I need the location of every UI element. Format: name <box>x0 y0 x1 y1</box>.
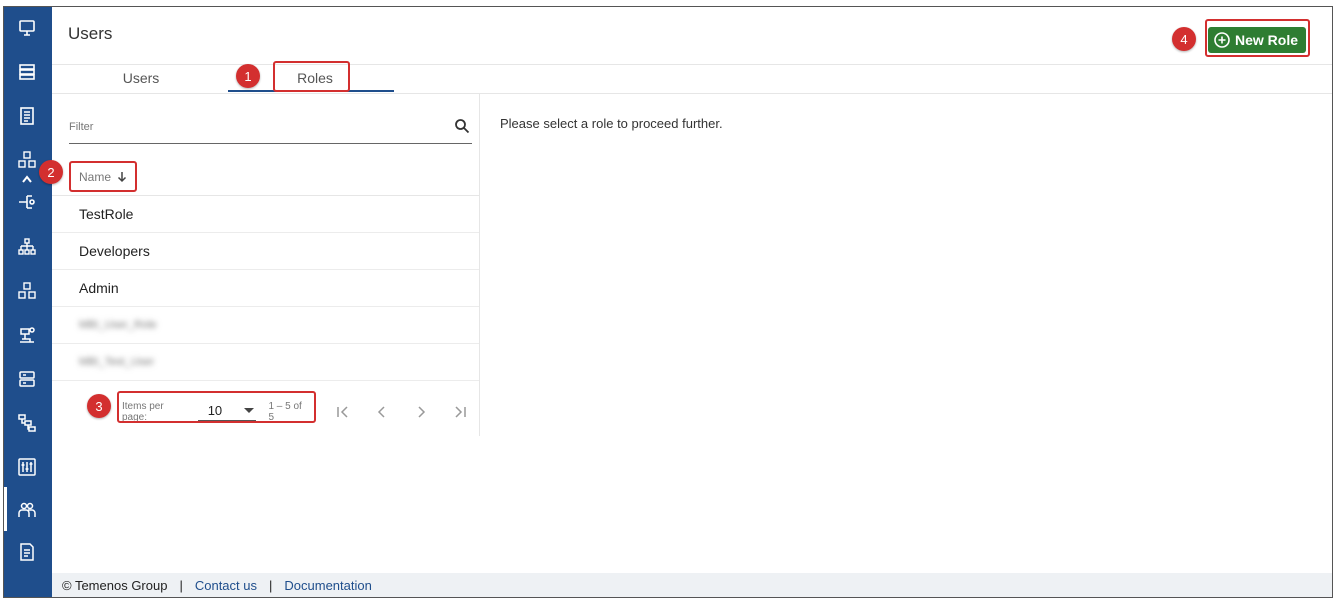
report-icon[interactable] <box>16 541 38 563</box>
last-page-button[interactable] <box>440 400 479 424</box>
role-name: Admin <box>79 280 119 296</box>
chevron-up-icon[interactable] <box>21 171 33 183</box>
previous-page-button[interactable] <box>362 400 401 424</box>
database-icon[interactable] <box>16 368 38 390</box>
roles-tab-highlight <box>273 61 350 92</box>
tab-users[interactable]: Users <box>96 70 186 94</box>
step-callout: 1 <box>236 64 260 88</box>
contact-us-link[interactable]: Contact us <box>195 578 257 593</box>
cubes-icon[interactable] <box>16 149 38 171</box>
last-page-icon <box>454 406 466 418</box>
first-page-button[interactable] <box>323 400 362 424</box>
roles-list-pane: Name TestRole Developers Admin MBI_User_… <box>52 94 480 436</box>
new-role-highlight <box>1205 19 1310 57</box>
route-icon[interactable] <box>16 191 38 213</box>
role-name: MBI_User_Role <box>79 319 157 331</box>
role-name: MBI_Test_User <box>79 356 155 368</box>
monitor-icon[interactable] <box>16 17 38 39</box>
step-callout: 2 <box>39 160 63 184</box>
chevron-left-icon <box>377 406 385 418</box>
app-window: Users New Role Users Roles Name TestRole… <box>3 6 1333 598</box>
users-icon[interactable] <box>16 499 38 521</box>
first-page-icon <box>336 406 348 418</box>
footer-separator: | <box>179 577 183 593</box>
list-item[interactable]: MBI_Test_User <box>52 344 479 381</box>
document-icon[interactable] <box>16 105 38 127</box>
robot-arm-icon[interactable] <box>16 324 38 346</box>
list-item[interactable]: TestRole <box>52 196 479 233</box>
chevron-right-icon <box>418 406 425 418</box>
step-callout: 3 <box>87 394 111 418</box>
tree-icon[interactable] <box>16 412 38 434</box>
pagination-highlight <box>117 391 316 423</box>
footer-separator: | <box>269 577 273 593</box>
list-item[interactable]: MBI_User_Role <box>52 307 479 344</box>
copyright-text: © Temenos Group <box>62 577 168 593</box>
footer: © Temenos Group | Contact us | Documenta… <box>52 573 1332 597</box>
sidebar <box>4 7 52 597</box>
cubes-alt-icon[interactable] <box>16 280 38 302</box>
filter-input[interactable] <box>69 116 439 138</box>
role-name: Developers <box>79 243 150 259</box>
next-page-button[interactable] <box>401 400 440 424</box>
role-name: TestRole <box>79 206 134 222</box>
list-item[interactable]: Admin <box>52 270 479 307</box>
server-list-icon[interactable] <box>16 61 38 83</box>
list-item[interactable]: Developers <box>52 233 479 270</box>
documentation-link[interactable]: Documentation <box>284 578 371 593</box>
page-title: Users <box>68 24 113 43</box>
search-icon[interactable] <box>454 118 470 134</box>
main-content: Users New Role Users Roles Name TestRole… <box>52 7 1332 597</box>
active-indicator <box>4 487 7 531</box>
empty-selection-message: Please select a role to proceed further. <box>500 116 723 131</box>
hierarchy-icon[interactable] <box>16 236 38 258</box>
name-header-highlight <box>69 161 137 192</box>
filter-field <box>69 114 472 144</box>
equalizer-icon[interactable] <box>16 456 38 478</box>
step-callout: 4 <box>1172 27 1196 51</box>
